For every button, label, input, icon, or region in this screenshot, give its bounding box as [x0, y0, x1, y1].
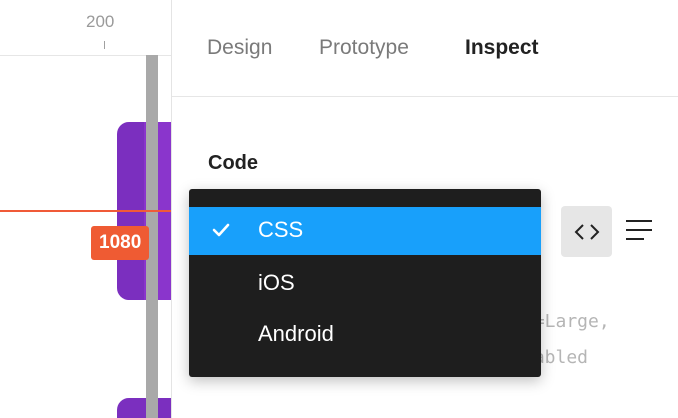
panel-tabs: Design Prototype Inspect — [172, 0, 678, 96]
horizontal-guide — [0, 210, 171, 212]
ruler-tick — [104, 41, 105, 49]
dropdown-option-label: iOS — [258, 270, 295, 295]
measurement-badge: 1080 — [91, 226, 150, 260]
dropdown-option-css[interactable]: CSS — [189, 207, 541, 255]
design-canvas[interactable]: 200 1080 — [0, 0, 171, 418]
code-language-dropdown: CSS iOS Android — [189, 189, 541, 377]
horizontal-ruler: 200 — [0, 0, 171, 62]
frame[interactable] — [117, 398, 171, 418]
code-brackets-icon — [574, 223, 599, 240]
tab-inspect[interactable]: Inspect — [465, 36, 539, 60]
code-view-button[interactable] — [561, 206, 612, 257]
tab-design[interactable]: Design — [207, 36, 272, 60]
panel-divider — [172, 96, 678, 97]
checkmark-icon — [212, 223, 230, 237]
dropdown-option-android[interactable]: Android — [189, 311, 541, 359]
ruler-label: 200 — [86, 12, 115, 31]
code-section-title: Code — [208, 152, 258, 174]
dropdown-option-label: CSS — [258, 217, 304, 242]
tab-prototype[interactable]: Prototype — [319, 36, 409, 60]
align-left-icon[interactable] — [626, 218, 652, 242]
dropdown-option-label: Android — [258, 321, 334, 346]
dropdown-option-ios[interactable]: iOS — [189, 260, 541, 308]
